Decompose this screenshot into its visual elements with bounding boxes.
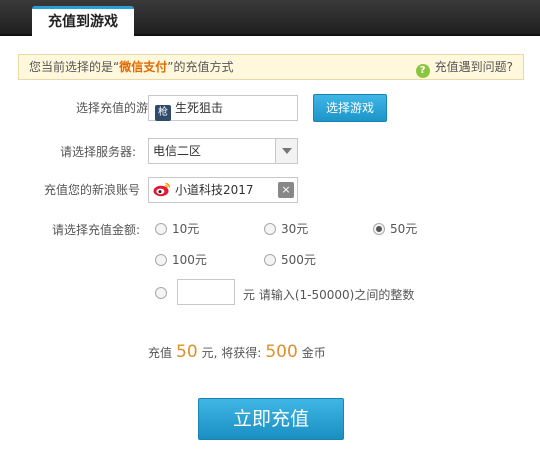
custom-hint-text: 请输入(1-50000)之间的整数 bbox=[258, 288, 415, 302]
submit-recharge-button[interactable]: 立即充值 bbox=[198, 398, 344, 440]
radio-icon[interactable] bbox=[264, 254, 276, 266]
clear-icon[interactable]: × bbox=[278, 182, 294, 198]
notice-suffix: ”的充值方式 bbox=[167, 60, 234, 74]
recharge-summary: 充值 50 元, 将获得: 500 金币 bbox=[148, 342, 326, 362]
game-value: 生死狙击 bbox=[175, 101, 224, 115]
account-label: 充值您的新浪账号 bbox=[43, 183, 140, 197]
payment-method-name: 微信支付 bbox=[119, 60, 168, 74]
game-field[interactable]: 枪生死狙击 bbox=[148, 95, 298, 121]
summary-middle: 元, 将获得: bbox=[201, 346, 262, 360]
custom-unit: 元 bbox=[243, 288, 256, 302]
amount-option-label: 30元 bbox=[281, 222, 309, 236]
game-icon: 枪 bbox=[155, 105, 171, 121]
custom-amount-input[interactable] bbox=[177, 279, 235, 305]
tab-recharge-to-game[interactable]: 充值到游戏 bbox=[32, 6, 134, 38]
radio-icon[interactable] bbox=[155, 223, 167, 235]
server-select[interactable]: 电信二区 bbox=[148, 138, 298, 164]
weibo-icon bbox=[153, 182, 171, 197]
account-field[interactable]: 小道科技2017 × bbox=[148, 177, 298, 203]
payment-method-notice: 您当前选择的是“微信支付”的充值方式 ? 充值遇到问题? bbox=[18, 54, 524, 80]
radio-selected-icon[interactable] bbox=[373, 223, 385, 235]
account-value: 小道科技2017 bbox=[175, 183, 254, 197]
server-value: 电信二区 bbox=[153, 144, 202, 158]
help-link[interactable]: ? 充值遇到问题? bbox=[415, 55, 513, 79]
summary-prefix: 充值 bbox=[148, 346, 173, 360]
summary-amount: 50 bbox=[176, 342, 198, 362]
top-tab-bar: 充值到游戏 bbox=[0, 0, 540, 38]
amount-option-30[interactable]: 30元 bbox=[264, 222, 308, 236]
custom-amount-hint: 元 请输入(1-50000)之间的整数 bbox=[243, 286, 414, 303]
notice-prefix: 您当前选择的是“ bbox=[29, 60, 120, 74]
amount-option-500[interactable]: 500元 bbox=[264, 253, 316, 267]
amount-option-10[interactable]: 10元 bbox=[155, 222, 199, 236]
help-label: 充值遇到问题? bbox=[434, 60, 513, 74]
amount-option-100[interactable]: 100元 bbox=[155, 253, 207, 267]
chevron-down-icon[interactable] bbox=[275, 139, 297, 163]
server-label: 请选择服务器: bbox=[59, 145, 136, 159]
amount-option-label: 50元 bbox=[390, 222, 418, 236]
amount-option-50[interactable]: 50元 bbox=[373, 222, 417, 236]
amount-option-label: 10元 bbox=[172, 222, 200, 236]
summary-coins: 500 bbox=[265, 342, 298, 362]
radio-icon[interactable] bbox=[155, 254, 167, 266]
select-game-button[interactable]: 选择游戏 bbox=[313, 94, 387, 122]
amount-label: 请选择充值金额: bbox=[51, 223, 140, 237]
amount-option-label: 100元 bbox=[172, 253, 207, 267]
radio-icon[interactable] bbox=[264, 223, 276, 235]
game-label: 选择充值的游戏: bbox=[75, 101, 164, 115]
question-icon: ? bbox=[415, 64, 430, 78]
amount-option-label: 500元 bbox=[281, 253, 316, 267]
summary-suffix: 金币 bbox=[301, 346, 326, 360]
amount-option-custom[interactable] bbox=[155, 286, 172, 300]
radio-icon[interactable] bbox=[155, 287, 167, 299]
